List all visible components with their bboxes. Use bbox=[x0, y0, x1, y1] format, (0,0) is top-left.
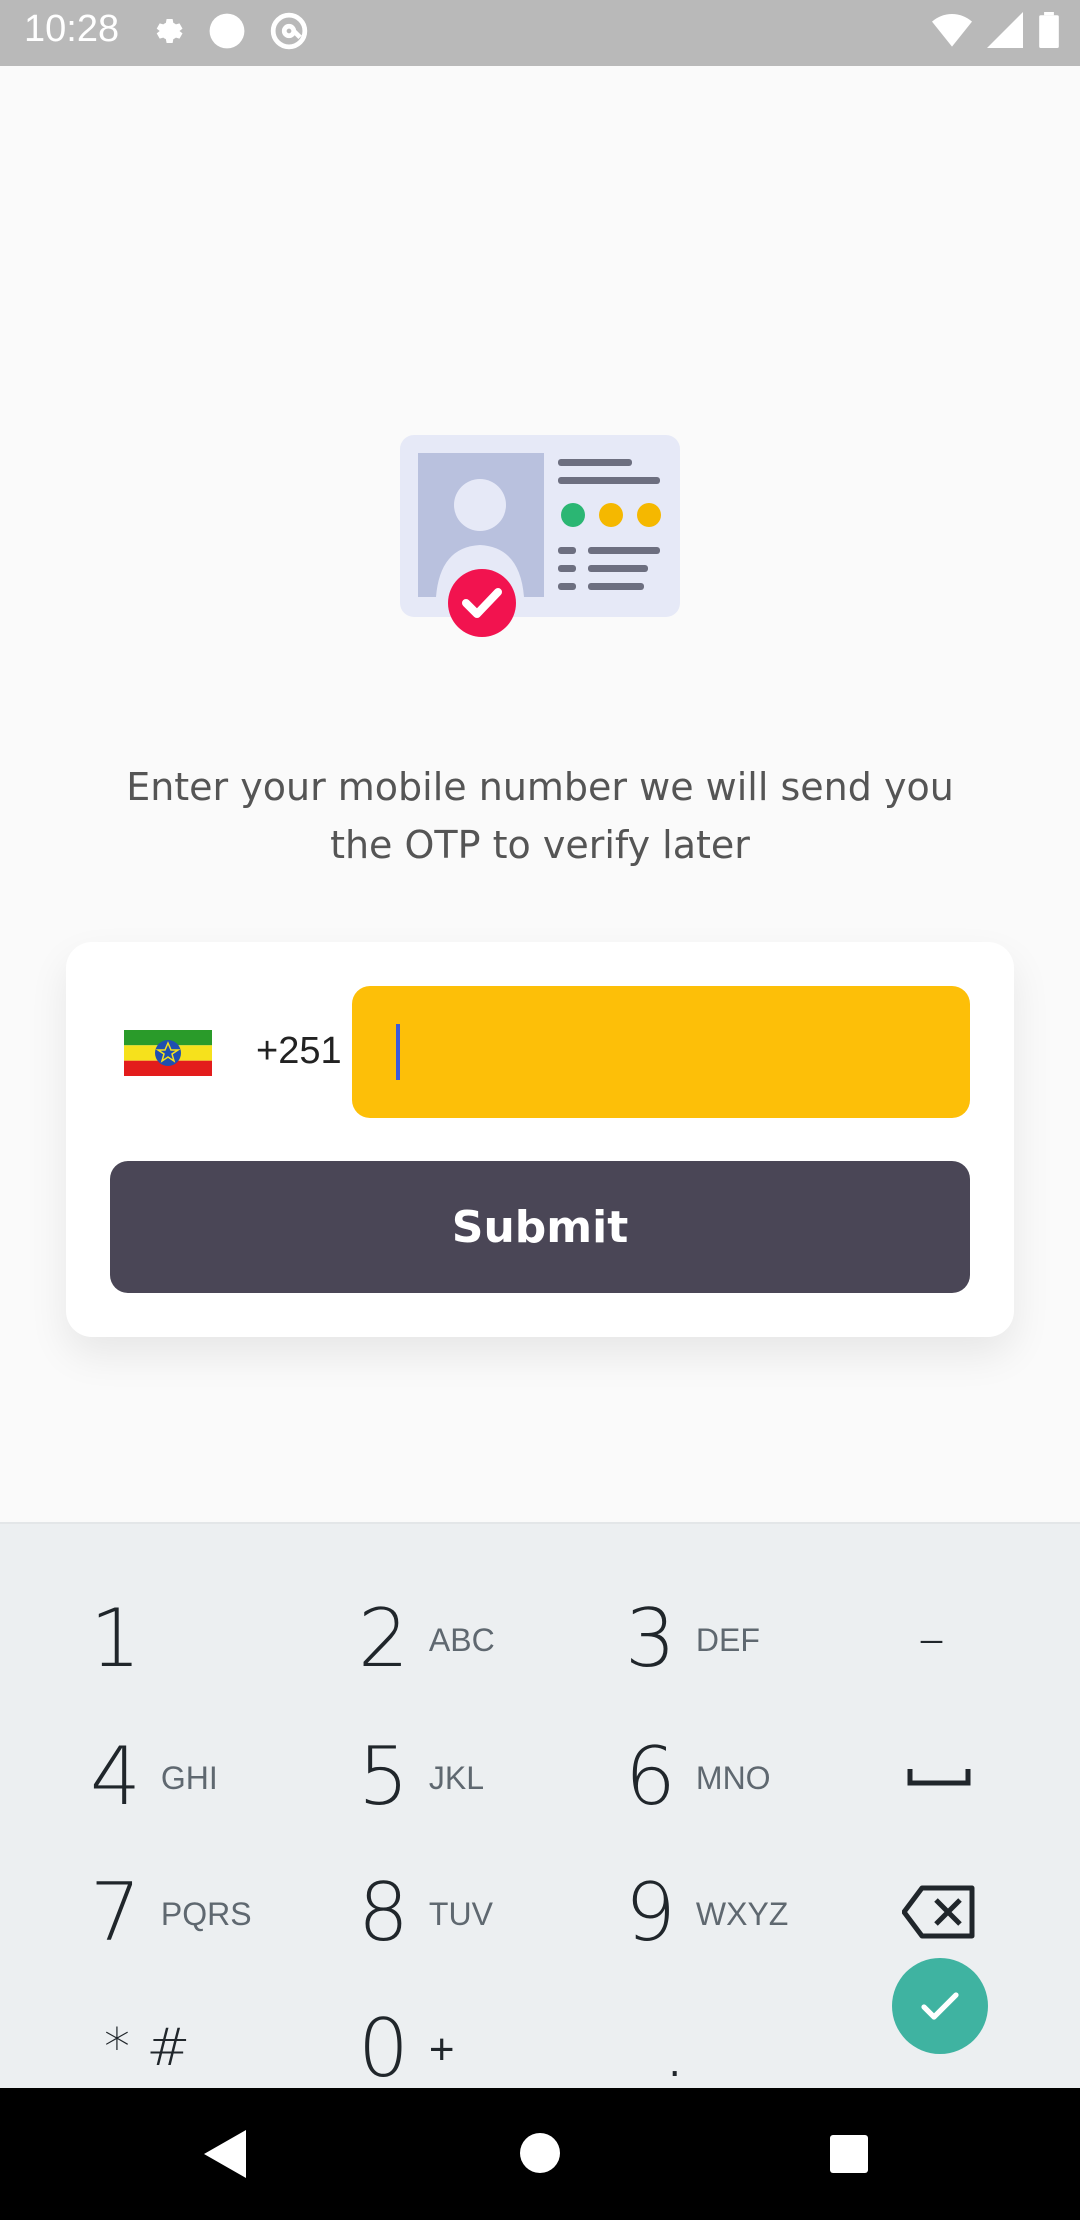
key-5[interactable]: 5 JKL bbox=[358, 1708, 484, 1844]
circle-icon bbox=[209, 13, 245, 49]
key-7[interactable]: 7 PQRS bbox=[90, 1844, 252, 1980]
key-4[interactable]: 4 GHI bbox=[90, 1708, 218, 1844]
key-period-glyph: . bbox=[662, 2001, 688, 2095]
key-space[interactable] bbox=[906, 1708, 972, 1844]
key-symbols: * # bbox=[104, 2018, 191, 2078]
status-icons-right bbox=[932, 12, 1060, 48]
submit-button[interactable]: Submit bbox=[110, 1161, 970, 1293]
key-digit: 4 bbox=[90, 1729, 141, 1823]
checkmark-icon bbox=[921, 1992, 959, 2020]
key-digit: 2 bbox=[358, 1591, 409, 1685]
key-digit: 5 bbox=[358, 1729, 409, 1823]
key-3[interactable]: 3 DEF bbox=[625, 1570, 760, 1706]
backspace-icon bbox=[902, 1885, 975, 1939]
recents-icon[interactable] bbox=[829, 2134, 869, 2174]
home-icon[interactable] bbox=[519, 2132, 561, 2174]
battery-icon bbox=[1039, 12, 1059, 48]
key-digit: 6 bbox=[625, 1729, 676, 1823]
country-code[interactable]: +251 bbox=[256, 1030, 342, 1073]
app-content: Enter your mobile number we will send yo… bbox=[0, 66, 1080, 1522]
signal-icon bbox=[987, 12, 1023, 48]
back-icon[interactable] bbox=[202, 2128, 248, 2180]
navigation-bar bbox=[0, 2088, 1080, 2220]
key-9[interactable]: 9 WXYZ bbox=[625, 1844, 788, 1980]
key-letters: PQRS bbox=[160, 1895, 252, 1932]
key-digit: 1 bbox=[90, 1591, 141, 1685]
key-letters: TUV bbox=[428, 1895, 493, 1932]
wifi-icon bbox=[932, 14, 972, 47]
key-digit: 8 bbox=[358, 1865, 409, 1959]
space-icon bbox=[907, 1769, 971, 1786]
key-digit: 9 bbox=[625, 1865, 676, 1959]
key-2[interactable]: 2 ABC bbox=[358, 1570, 495, 1706]
ethiopia-flag-icon bbox=[124, 1030, 212, 1076]
key-letters: DEF bbox=[695, 1621, 760, 1658]
key-digit: 0 bbox=[358, 2001, 409, 2095]
at-sign-icon bbox=[270, 12, 308, 50]
id-card-illustration bbox=[400, 435, 680, 637]
key-letters: JKL bbox=[428, 1759, 485, 1796]
status-icons-left bbox=[148, 12, 308, 50]
status-time: 10:28 bbox=[24, 8, 120, 50]
instruction-text: Enter your mobile number we will send yo… bbox=[126, 765, 954, 867]
key-dash[interactable]: – bbox=[918, 1570, 945, 1706]
done-button[interactable] bbox=[892, 1958, 988, 2054]
numeric-keyboard: 1 2 ABC 3 DEF – 4 GHI 5 JKL 6 MNO 7 PQRS… bbox=[0, 1522, 1080, 2095]
key-6[interactable]: 6 MNO bbox=[625, 1708, 771, 1844]
key-letters: WXYZ bbox=[695, 1895, 789, 1932]
key-letters: GHI bbox=[160, 1759, 218, 1796]
key-1[interactable]: 1 bbox=[90, 1570, 141, 1706]
status-bar: 10:28 bbox=[0, 0, 1080, 66]
key-letters: + bbox=[428, 2025, 455, 2074]
key-letters: MNO bbox=[695, 1759, 771, 1796]
phone-card: +251 Submit bbox=[66, 942, 1014, 1337]
key-dash-glyph: – bbox=[918, 1606, 945, 1670]
key-letters: ABC bbox=[428, 1621, 495, 1658]
key-8[interactable]: 8 TUV bbox=[358, 1844, 493, 1980]
text-cursor bbox=[396, 1024, 400, 1080]
gear-icon bbox=[156, 19, 183, 43]
phone-number-input[interactable] bbox=[352, 986, 970, 1118]
key-digit: 7 bbox=[90, 1865, 141, 1959]
key-digit: 3 bbox=[625, 1591, 676, 1685]
